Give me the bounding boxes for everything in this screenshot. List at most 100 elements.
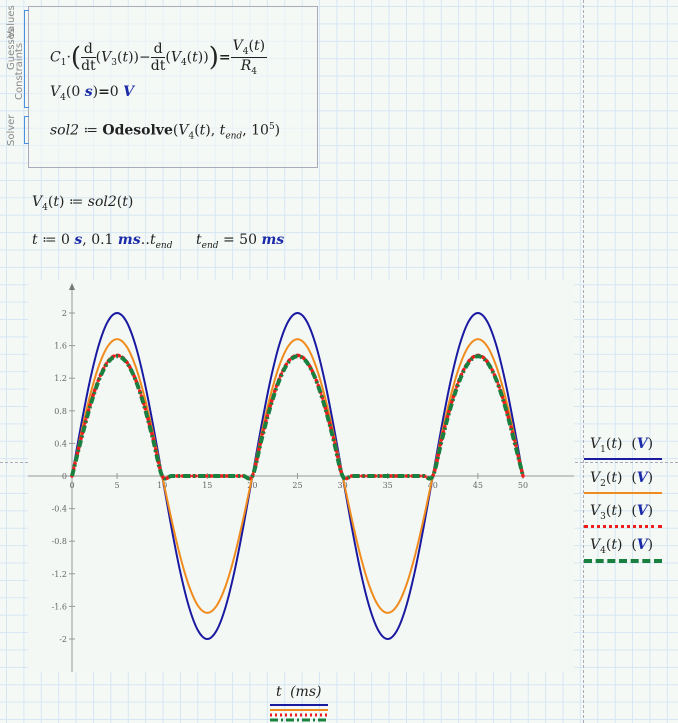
steps-exp: 5 [268,122,275,132]
legend-item-v1: V1(t) (V) [590,436,654,455]
legend-unit: V [636,536,648,553]
legend-var: V [590,469,601,486]
y-tick-label: -2 [59,635,67,644]
unit-s: s [84,84,93,100]
v4-sub: 4 [242,46,249,57]
v-sub: 4 [60,92,66,103]
legend-var: V [590,503,601,519]
v-sub: 4 [188,131,195,142]
rhs: 0 [109,84,119,100]
legend-line-v4 [584,558,662,563]
legend-item-v4: V4(t) (V) [590,536,654,556]
legend-sub: 3 [600,511,606,522]
sol2: sol2 [50,122,79,139]
unit: ms [261,232,285,248]
y-axis-arrow [69,283,75,290]
arg: 0 [71,84,81,100]
step: 0.1 [91,232,114,248]
y-tick-label: -1.6 [52,602,67,611]
y-tick-label: -0.4 [52,505,67,514]
legend-unit: V [636,503,648,519]
v4-sub: 4 [180,58,187,69]
t: t [122,49,129,66]
legend-sub: 1 [600,444,606,455]
v: V [178,122,189,139]
x-tick-label: 50 [518,481,528,490]
value: 50 [239,232,257,248]
v-sub: 4 [42,202,48,213]
v3-sub: 3 [111,58,117,69]
t: t [192,49,198,66]
y-tick-label: 0.8 [54,407,67,416]
x-axis-label: t (ms) [276,684,322,700]
x-tick-label: 35 [383,481,393,490]
v3: V [101,49,112,66]
legend-var: V [590,536,601,553]
y-tick-label: -1.2 [52,570,67,579]
t: t [253,38,260,54]
legend-sub: 2 [600,478,606,489]
legend-unit: V [636,436,648,452]
dt: dt [81,57,96,74]
legend-unit: V [636,469,648,486]
deriv2: d dt [150,41,166,74]
unit-ms: ms [117,232,141,248]
unit-s: s [74,232,83,248]
series-line-v4 [70,354,525,481]
legend-line-v2 [584,491,662,494]
c-symbol: C [50,49,61,66]
page-break-vertical [583,0,584,723]
constraints-label: Constraints [14,42,25,100]
y-tick-label: 2 [62,309,67,318]
t-range-definition[interactable]: t ≔ 0 s, 0.1 ms‥tend [32,232,172,251]
t: t [32,232,38,248]
r: R [240,57,252,74]
solver-bracket [24,116,29,144]
rhs-frac: V4(t) R4 [230,38,268,77]
x-tick-label: 0 [69,481,74,490]
legend-item-v2: V2(t) (V) [590,469,654,489]
x-tick-label: 15 [202,481,212,490]
solver-label: Solver [6,114,17,146]
y-tick-label: 0 [62,472,67,481]
xy-plot[interactable]: 0 5 10 15 20 25 30 35 40 45 50 2 1.6 1.2 0.8 0.4 0 -0.4 -0… [28,280,574,672]
odesolve-statement[interactable]: sol2 ≔ Odesolve(V4(t), tend, 105) [50,122,280,141]
rhs: sol2 [87,194,117,210]
x-tick-label: 45 [473,481,483,490]
v4: V [232,38,243,54]
x-axis-line-samples [270,704,328,722]
odesolve-fn: Odesolve [102,122,173,139]
c-sub: 1 [60,58,67,69]
v: V [32,194,43,210]
d: d [150,41,166,58]
legend-line-v1 [584,458,662,460]
legend-line-v3 [584,525,662,528]
y-tick-label: 1.2 [54,374,67,383]
y-tick-label: -0.8 [52,537,67,546]
unit-v: V [123,84,135,100]
legend-sub: 4 [600,545,606,556]
end-sub: end [155,240,173,251]
v: V [50,84,61,100]
t-sub: end [201,240,219,251]
legend-item-v3: V3(t) (V) [590,503,654,522]
ode-equation[interactable]: C1·(d dt (V3(t))− d dt (V4(t)))= V4(t) R4 [50,38,268,77]
v4-definition[interactable]: V4(t) ≔ sol2(t) [32,194,133,213]
tend-sub: end [225,131,243,142]
x-tick-label: 25 [292,481,302,490]
y-tick-label: 0.4 [54,439,67,448]
initial-condition[interactable]: V4(0 s)=0 V [50,84,134,103]
r-sub: 4 [251,66,257,77]
dt: dt [150,57,166,74]
start: 0 [61,232,70,248]
d: d [81,41,96,58]
v4: V [170,49,181,66]
t-end-definition[interactable]: tend = 50 ms [196,232,284,251]
y-tick-label: 1.6 [54,342,67,351]
plot-canvas: 0 5 10 15 20 25 30 35 40 45 5021.61.20.80.40-0.4-0… [28,283,574,672]
x-tick-label: 5 [115,481,120,490]
steps: 10 [251,122,269,139]
deriv1: d dt [81,41,96,74]
legend-var: V [590,436,601,452]
series-line-v3 [70,353,525,481]
